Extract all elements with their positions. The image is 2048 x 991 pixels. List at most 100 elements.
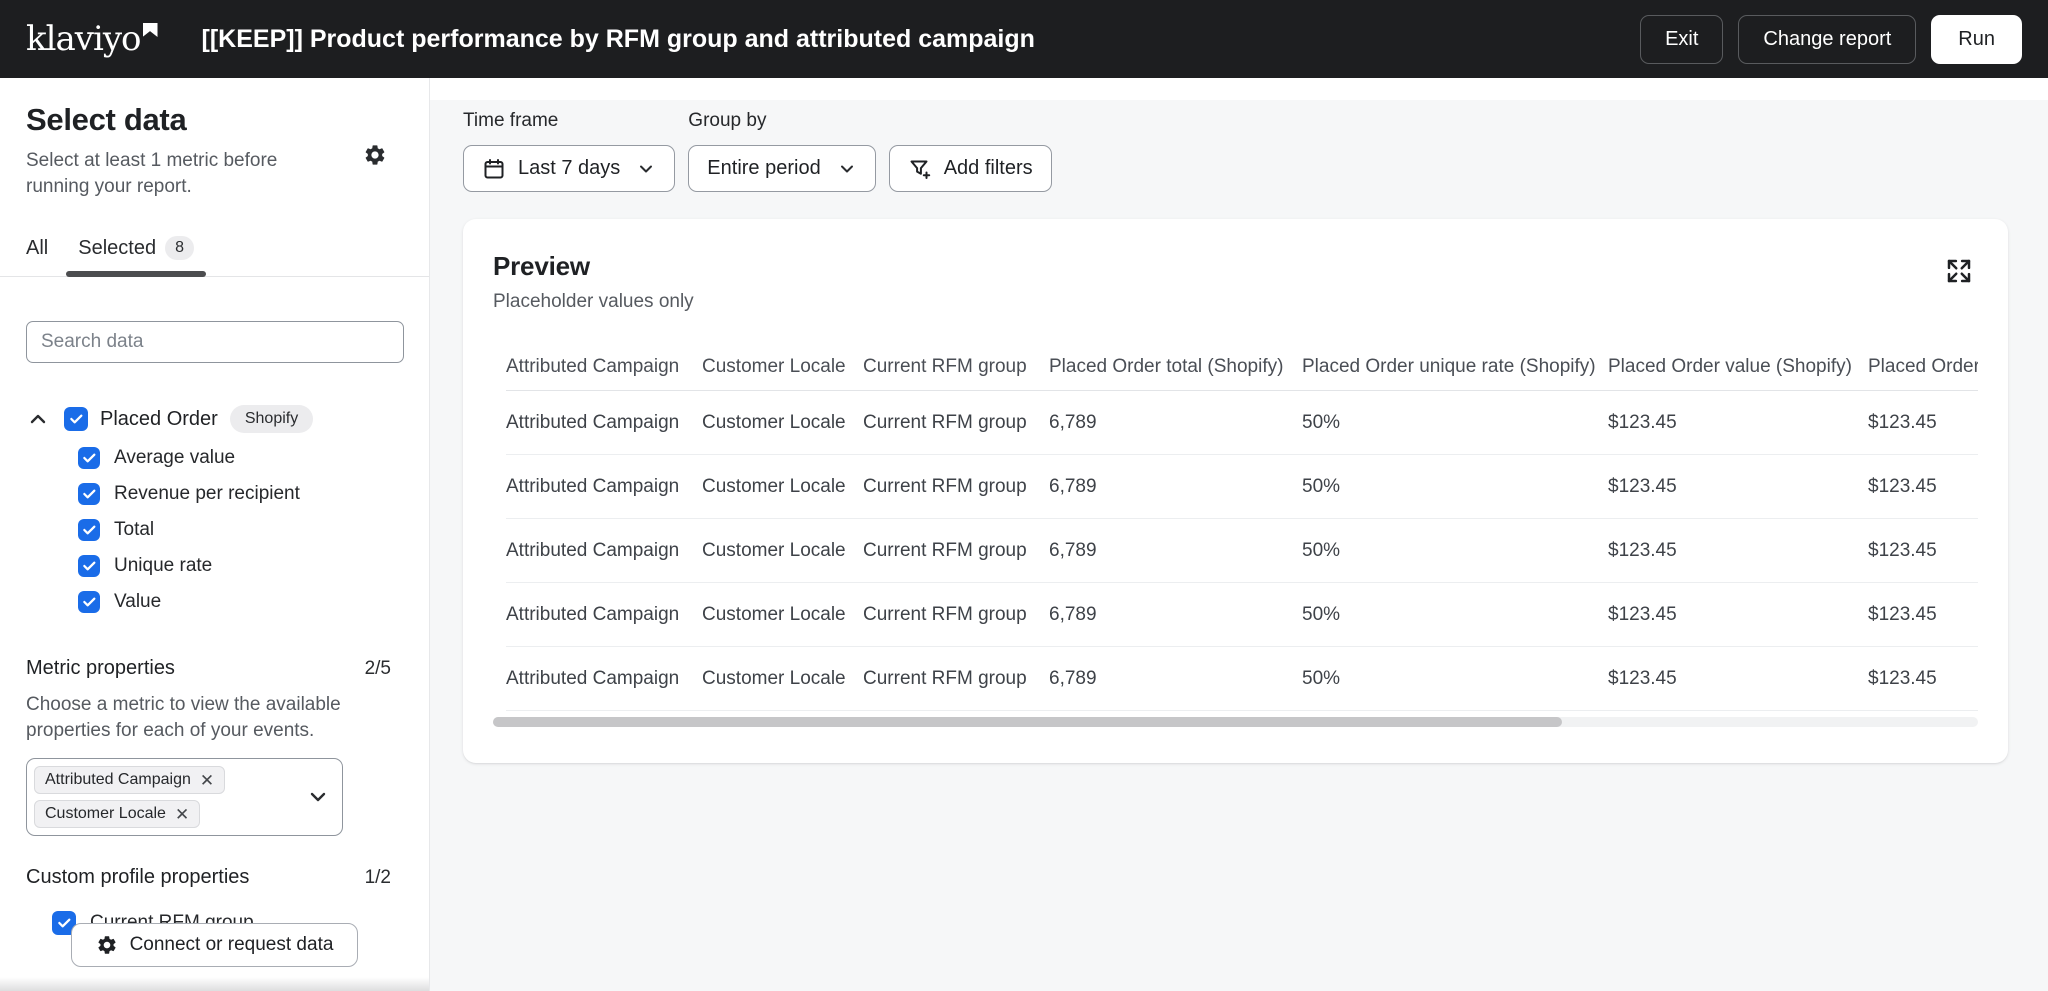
preview-title: Preview bbox=[493, 251, 694, 282]
search-input[interactable] bbox=[26, 321, 404, 363]
table-cell: $123.45 bbox=[1868, 668, 1978, 690]
table-row: Attributed CampaignCustomer LocaleCurren… bbox=[506, 519, 1978, 583]
sidebar-subtitle: Select at least 1 metric before running … bbox=[26, 148, 336, 200]
metric-group-row: Placed Order Shopify bbox=[26, 405, 403, 433]
chip-label: Customer Locale bbox=[45, 805, 166, 823]
time-frame-dropdown[interactable]: Last 7 days bbox=[463, 145, 675, 192]
metric-option-label: Value bbox=[114, 591, 161, 613]
column-header: Placed Order total (Shopify) bbox=[1049, 356, 1302, 378]
table-row: Attributed CampaignCustomer LocaleCurren… bbox=[506, 391, 1978, 455]
add-filters-button[interactable]: Add filters bbox=[889, 145, 1052, 192]
expand-icon[interactable] bbox=[1942, 255, 1976, 289]
table-cell: 50% bbox=[1302, 476, 1608, 498]
metric-option-row: Revenue per recipient bbox=[78, 483, 403, 505]
main-area: Time frame Last 7 days Group by Entire p… bbox=[430, 78, 2048, 991]
table-row: Attributed CampaignCustomer LocaleCurren… bbox=[506, 455, 1978, 519]
chevron-down-icon bbox=[636, 159, 656, 179]
report-title: [[KEEP]] Product performance by RFM grou… bbox=[202, 25, 1035, 54]
chip-attributed-campaign: Attributed Campaign ✕ bbox=[34, 766, 225, 794]
table-cell: 6,789 bbox=[1049, 476, 1302, 498]
select-data-sidebar: Select data Select at least 1 metric bef… bbox=[0, 78, 430, 991]
table-cell: Customer Locale bbox=[702, 668, 863, 690]
tab-selected-label: Selected bbox=[78, 237, 156, 260]
average-value-checkbox[interactable] bbox=[78, 447, 100, 469]
klaviyo-logo[interactable]: klaviyo bbox=[26, 22, 158, 56]
table-cell: $123.45 bbox=[1608, 668, 1868, 690]
unique-rate-checkbox[interactable] bbox=[78, 555, 100, 577]
table-cell: Attributed Campaign bbox=[506, 604, 702, 626]
table-cell: Customer Locale bbox=[702, 540, 863, 562]
metric-properties-label: Metric properties bbox=[26, 657, 175, 680]
total-checkbox[interactable] bbox=[78, 519, 100, 541]
table-cell: $123.45 bbox=[1868, 604, 1978, 626]
add-filters-label: Add filters bbox=[944, 157, 1033, 180]
metric-option-row: Value bbox=[78, 591, 403, 613]
column-header: Customer Locale bbox=[702, 356, 863, 378]
table-cell: $123.45 bbox=[1868, 412, 1978, 434]
custom-profile-properties-count: 1/2 bbox=[365, 867, 391, 889]
time-frame-label: Time frame bbox=[463, 110, 675, 132]
custom-profile-properties-label: Custom profile properties bbox=[26, 866, 249, 889]
value-checkbox[interactable] bbox=[78, 591, 100, 613]
klaviyo-flag-icon bbox=[143, 23, 158, 37]
integration-badge: Shopify bbox=[230, 405, 313, 433]
tab-all[interactable]: All bbox=[26, 228, 48, 276]
filter-plus-icon bbox=[908, 157, 932, 181]
revenue-per-recipient-checkbox[interactable] bbox=[78, 483, 100, 505]
table-cell: Current RFM group bbox=[863, 668, 1049, 690]
chevron-up-icon[interactable] bbox=[26, 406, 52, 432]
klaviyo-wordmark: klaviyo bbox=[26, 22, 141, 56]
metric-option-row: Unique rate bbox=[78, 555, 403, 577]
metric-option-label: Average value bbox=[114, 447, 235, 469]
topbar-actions: Exit Change report Run bbox=[1640, 15, 2022, 64]
chevron-down-icon[interactable] bbox=[306, 785, 330, 809]
change-report-button[interactable]: Change report bbox=[1738, 15, 1916, 64]
metric-properties-description: Choose a metric to view the available pr… bbox=[26, 692, 346, 744]
table-cell: 6,789 bbox=[1049, 668, 1302, 690]
preview-table-viewport: Attributed CampaignCustomer LocaleCurren… bbox=[493, 343, 1978, 711]
chip-label: Attributed Campaign bbox=[45, 771, 191, 789]
metric-option-label: Total bbox=[114, 519, 154, 541]
settings-gear-icon[interactable] bbox=[363, 140, 393, 170]
table-cell: 50% bbox=[1302, 604, 1608, 626]
selected-count-badge: 8 bbox=[165, 236, 194, 260]
column-header: Current RFM group bbox=[863, 356, 1049, 378]
table-cell: Current RFM group bbox=[863, 476, 1049, 498]
group-by-value: Entire period bbox=[707, 157, 820, 180]
group-by-dropdown[interactable]: Entire period bbox=[688, 145, 875, 192]
chip-customer-locale: Customer Locale ✕ bbox=[34, 800, 200, 828]
remove-icon[interactable]: ✕ bbox=[200, 772, 214, 789]
metric-option-label: Unique rate bbox=[114, 555, 212, 577]
table-row: Attributed CampaignCustomer LocaleCurren… bbox=[506, 583, 1978, 647]
table-cell: $123.45 bbox=[1608, 604, 1868, 626]
table-cell: Current RFM group bbox=[863, 412, 1049, 434]
chevron-down-icon bbox=[837, 159, 857, 179]
remove-icon[interactable]: ✕ bbox=[175, 806, 189, 823]
tab-selected[interactable]: Selected 8 bbox=[78, 228, 194, 276]
calendar-icon bbox=[482, 157, 506, 181]
table-cell: Attributed Campaign bbox=[506, 540, 702, 562]
table-cell: $123.45 bbox=[1608, 476, 1868, 498]
connect-or-request-data-button[interactable]: Connect or request data bbox=[71, 923, 359, 967]
table-cell: $123.45 bbox=[1868, 476, 1978, 498]
metric-option-row: Average value bbox=[78, 447, 403, 469]
top-bar: klaviyo [[KEEP]] Product performance by … bbox=[0, 0, 2048, 78]
table-cell: Customer Locale bbox=[702, 476, 863, 498]
connect-button-label: Connect or request data bbox=[130, 934, 334, 956]
horizontal-scrollbar[interactable] bbox=[493, 717, 1978, 727]
scrollbar-thumb[interactable] bbox=[493, 717, 1562, 727]
table-cell: Customer Locale bbox=[702, 412, 863, 434]
placed-order-checkbox[interactable] bbox=[64, 407, 88, 431]
table-cell: Current RFM group bbox=[863, 604, 1049, 626]
preview-card: Preview Placeholder values only Attribut… bbox=[463, 219, 2008, 763]
table-cell: $123.45 bbox=[1608, 540, 1868, 562]
metric-properties-multiselect[interactable]: Attributed Campaign ✕ Customer Locale ✕ bbox=[26, 758, 343, 836]
time-frame-value: Last 7 days bbox=[518, 157, 620, 180]
group-by-label: Group by bbox=[688, 110, 875, 132]
table-cell: Attributed Campaign bbox=[506, 668, 702, 690]
run-button[interactable]: Run bbox=[1931, 15, 2022, 64]
column-header: Attributed Campaign bbox=[506, 356, 702, 378]
exit-button[interactable]: Exit bbox=[1640, 15, 1723, 64]
table-cell: 6,789 bbox=[1049, 604, 1302, 626]
table-cell: Current RFM group bbox=[863, 540, 1049, 562]
